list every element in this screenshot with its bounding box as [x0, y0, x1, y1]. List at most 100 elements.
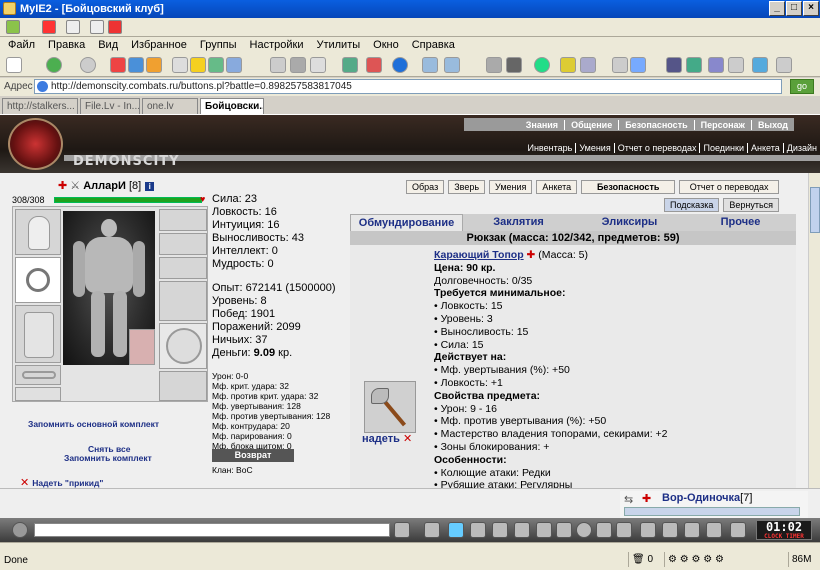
sound-icon[interactable] [596, 522, 612, 538]
scrollbar-thumb[interactable] [810, 187, 820, 233]
subnav-inventory[interactable]: Инвентарь [524, 143, 575, 153]
wear-outfit-link[interactable]: Надеть "прикид" [32, 478, 103, 488]
menu-view[interactable]: Вид [98, 39, 118, 51]
hide-chat-icon[interactable] [556, 522, 572, 538]
gloves-slot[interactable] [159, 281, 207, 321]
menu-window[interactable]: Окно [373, 39, 399, 51]
save-icon[interactable] [666, 57, 682, 73]
block-icon[interactable] [366, 57, 382, 73]
back-icon[interactable] [46, 57, 62, 73]
more-icon[interactable] [776, 57, 792, 73]
boots-slot[interactable] [159, 371, 207, 401]
save-chat-icon[interactable] [470, 522, 486, 538]
axe-item-icon[interactable] [364, 381, 416, 433]
exit-icon[interactable] [730, 522, 746, 538]
new-window-icon[interactable] [66, 20, 80, 34]
search-icon[interactable] [172, 57, 188, 73]
wear-item-link[interactable]: надеть [362, 433, 400, 445]
folder-icon[interactable] [560, 57, 576, 73]
chat-input[interactable] [34, 523, 390, 537]
translate-icon[interactable] [534, 57, 550, 73]
download-icon[interactable] [630, 57, 646, 73]
nav-exit[interactable]: Выход [750, 119, 794, 130]
info-icon[interactable]: i [145, 181, 155, 191]
subnav-profile[interactable]: Анкета [746, 143, 783, 153]
go-button[interactable]: go [790, 79, 814, 94]
tab-spells[interactable]: Заклятия [463, 214, 574, 231]
menu-tools[interactable]: Утилиты [316, 39, 360, 51]
nav-communication[interactable]: Общение [564, 119, 618, 130]
send-icon[interactable] [394, 522, 410, 538]
sync-icon[interactable] [686, 57, 702, 73]
pet-slot[interactable] [129, 329, 155, 365]
item-name[interactable]: Карающий Топор [434, 249, 524, 261]
profile-button[interactable]: Анкета [536, 180, 578, 194]
nav-security[interactable]: Безопасность [618, 119, 693, 130]
proxy-icon[interactable] [506, 57, 522, 73]
clock-icon[interactable] [616, 522, 632, 538]
menu-groups[interactable]: Группы [200, 39, 237, 51]
url-input[interactable]: http://demonscity.combats.ru/buttons.pl?… [34, 79, 782, 94]
vertical-scrollbar[interactable] [808, 173, 820, 488]
tab-equipment[interactable]: Обмундирование [350, 214, 463, 231]
quests-icon[interactable] [706, 522, 722, 538]
hint-button[interactable]: Подсказка [664, 198, 720, 212]
smile-icon[interactable] [12, 522, 28, 538]
clear-icon[interactable] [424, 522, 440, 538]
armor-slot[interactable] [15, 305, 61, 363]
back-button[interactable]: Вернуться [723, 198, 780, 212]
globe-icon[interactable] [392, 57, 408, 73]
bracers-slot[interactable] [159, 257, 207, 279]
security-button[interactable]: Безопасность [581, 180, 676, 194]
emoticons-icon[interactable] [576, 522, 592, 538]
image-icon[interactable] [612, 57, 628, 73]
belt-slot[interactable] [15, 365, 61, 385]
helmet-slot[interactable] [15, 209, 61, 255]
group-icon[interactable] [684, 522, 700, 538]
menu-settings[interactable]: Настройки [250, 39, 304, 51]
close-tab-icon[interactable] [108, 20, 122, 34]
menu-edit[interactable]: Правка [48, 39, 85, 51]
home-icon[interactable] [146, 57, 162, 73]
refresh-icon[interactable] [128, 57, 144, 73]
close-all-icon[interactable] [42, 20, 56, 34]
earrings-slot[interactable] [159, 233, 207, 255]
subnav-fights[interactable]: Поединки [699, 143, 747, 153]
menu-help[interactable]: Справка [412, 39, 455, 51]
print-icon[interactable] [290, 57, 306, 73]
online-user-name[interactable]: Вор-Одиночка[7] [662, 492, 752, 504]
translit-icon[interactable] [492, 522, 508, 538]
menu-favorites[interactable]: Избранное [131, 39, 187, 51]
favorites-icon[interactable] [190, 57, 206, 73]
stop-icon[interactable] [110, 57, 126, 73]
skills-button[interactable]: Умения [489, 180, 533, 194]
maximize-button[interactable]: □ [786, 1, 802, 16]
amulet-slot[interactable] [15, 257, 61, 303]
tools-icon[interactable] [270, 57, 286, 73]
history-icon[interactable] [208, 57, 224, 73]
pet-button[interactable]: Зверь [448, 180, 486, 194]
nav-character[interactable]: Персонаж [693, 119, 751, 130]
tab-filelv[interactable]: File.Lv - In... [80, 98, 140, 114]
filter-icon[interactable] [448, 522, 464, 538]
edit-icon[interactable] [342, 57, 358, 73]
fight-icon[interactable] [662, 522, 678, 538]
menu-file[interactable]: Файл [8, 39, 35, 51]
forward-icon[interactable] [80, 57, 96, 73]
tab-combats[interactable]: Бойцовски... [200, 98, 264, 114]
subnav-skills[interactable]: Умения [575, 143, 613, 153]
tab-other[interactable]: Прочее [685, 214, 796, 231]
panel-icon[interactable] [708, 57, 724, 73]
potion-slots[interactable] [15, 387, 61, 401]
shield-slot[interactable] [159, 323, 207, 369]
online-scrollbar[interactable] [624, 507, 800, 516]
open-icon[interactable] [6, 20, 20, 34]
tab-stalkers[interactable]: http://stalkers... [2, 98, 78, 114]
ring-slots[interactable] [159, 209, 207, 231]
nav-knowledge[interactable]: Знания [520, 120, 564, 130]
options-icon[interactable] [728, 57, 744, 73]
mail-icon[interactable] [310, 57, 326, 73]
subnav-design[interactable]: Дизайн [782, 143, 820, 153]
restore-icon[interactable] [90, 20, 104, 34]
layout-icon[interactable] [580, 57, 596, 73]
